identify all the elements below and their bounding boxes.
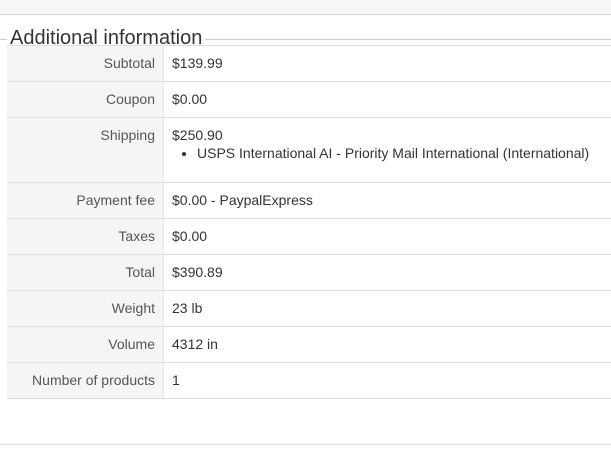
number-of-products-value: 1 (163, 362, 611, 399)
payment-fee-value: $0.00 - PaypalExpress (163, 182, 611, 219)
volume-label: Volume (7, 326, 164, 363)
table-row-volume: Volume 4312 in (7, 326, 611, 363)
weight-value: 23 lb (163, 290, 611, 327)
volume-value: 4312 in (163, 326, 611, 363)
top-panel-strip (0, 0, 611, 15)
shipping-method-item: USPS International AI - Priority Mail In… (197, 145, 603, 162)
order-info-table: Subtotal $139.99 Coupon $0.00 Shipping $… (7, 45, 611, 399)
shipping-method-list: USPS International AI - Priority Mail In… (172, 145, 603, 162)
shipping-value: $250.90 (172, 127, 223, 143)
shipping-cell: $250.90 USPS International AI - Priority… (163, 117, 611, 183)
coupon-value: $0.00 (163, 81, 611, 118)
coupon-label: Coupon (7, 81, 164, 118)
number-of-products-label: Number of products (7, 362, 164, 399)
payment-fee-label: Payment fee (7, 182, 164, 219)
taxes-value: $0.00 (163, 218, 611, 255)
table-row-total: Total $390.89 (7, 254, 611, 291)
table-row-shipping: Shipping $250.90 USPS International AI -… (7, 117, 611, 183)
total-label: Total (7, 254, 164, 291)
table-row-taxes: Taxes $0.00 (7, 218, 611, 255)
table-row-weight: Weight 23 lb (7, 290, 611, 327)
table-row-payment-fee: Payment fee $0.00 - PaypalExpress (7, 182, 611, 219)
table-row-number-of-products: Number of products 1 (7, 362, 611, 399)
subtotal-label: Subtotal (7, 45, 164, 82)
bottom-divider (0, 444, 611, 445)
subtotal-value: $139.99 (163, 45, 611, 82)
taxes-label: Taxes (7, 218, 164, 255)
shipping-label: Shipping (7, 117, 164, 183)
weight-label: Weight (7, 290, 164, 327)
table-row-coupon: Coupon $0.00 (7, 81, 611, 118)
total-value: $390.89 (163, 254, 611, 291)
table-row-subtotal: Subtotal $139.99 (7, 45, 611, 82)
